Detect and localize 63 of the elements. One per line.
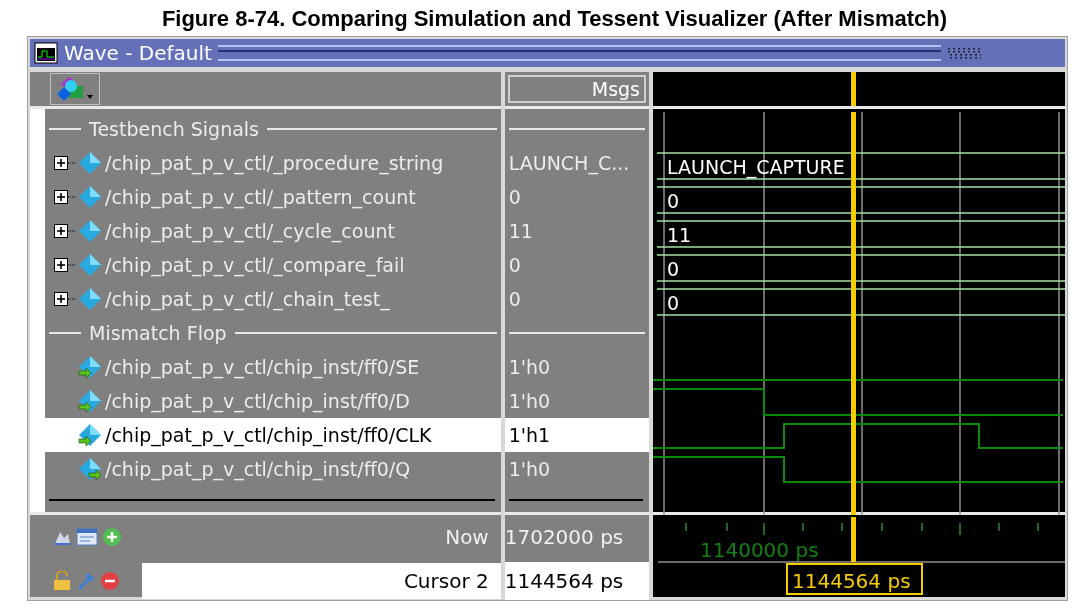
column-header: Msgs (507, 75, 647, 103)
group-label: Mismatch Flop (88, 322, 228, 344)
time-label: 1140000 ps (700, 538, 819, 562)
bus-value: 0 (667, 190, 680, 212)
bus-value: 0 (667, 258, 680, 280)
remove-icon[interactable] (100, 571, 120, 591)
signal-row[interactable]: /chip_pat_p_v_ctl/chip_inst/ff0/Q (45, 452, 501, 486)
diamond-icon (78, 287, 102, 311)
cursor-time: 1144564 ps (504, 569, 624, 593)
signal-value: 0 (507, 254, 521, 276)
diamond-icon (78, 219, 102, 243)
signal-name: /chip_pat_p_v_ctl/chip_inst/ff0/Q (105, 458, 412, 480)
figure-caption: Figure 8-74. Comparing Simulation and Tessent Visualizer (After Mismatch) (160, 5, 949, 33)
diamond-icon (78, 151, 102, 175)
diamond-icon (78, 253, 102, 277)
signal-name: /chip_pat_p_v_ctl/_procedure_string (105, 152, 445, 174)
signal-row[interactable]: /chip_pat_p_v_ctl/_procedure_string (45, 146, 501, 180)
diamond-arrow-icon (78, 423, 102, 447)
signal-name: /chip_pat_p_v_ctl/_chain_test_ (105, 288, 391, 310)
lock-icon[interactable] (52, 571, 72, 591)
add-wave-button[interactable] (50, 73, 100, 105)
expand-icon[interactable] (54, 258, 76, 272)
cursor-time-badge: 1144564 ps (786, 563, 923, 595)
signal-name: /chip_pat_p_v_ctl/chip_inst/ff0/SE (105, 356, 421, 378)
signal-value: 0 (507, 288, 521, 310)
waveform-icon (34, 42, 58, 64)
signal-value: LAUNCH_C... (507, 152, 630, 174)
diamond-arrow-icon (78, 457, 102, 481)
cursor-name-field[interactable]: Cursor 2 (142, 563, 501, 599)
diamond-icon (78, 185, 102, 209)
signal-row[interactable]: /chip_pat_p_v_ctl/chip_inst/ff0/SE (45, 350, 501, 384)
expand-icon[interactable] (54, 292, 76, 306)
add-icon[interactable] (102, 527, 122, 547)
now-time: 1702000 ps (504, 525, 624, 549)
bus-value: 0 (667, 292, 680, 314)
signal-row[interactable]: /chip_pat_p_v_ctl/_compare_fail (45, 248, 501, 282)
signal-value: 0 (507, 186, 521, 208)
signal-row[interactable]: /chip_pat_p_v_ctl/chip_inst/ff0/D (45, 384, 501, 418)
signal-name: /chip_pat_p_v_ctl/chip_inst/ff0/CLK (105, 424, 433, 446)
bus-value: LAUNCH_CAPTURE (667, 156, 845, 178)
window-icon[interactable] (76, 527, 98, 547)
bus-value: 11 (667, 224, 692, 246)
signal-value: 1'h0 (507, 390, 551, 412)
group-label: Testbench Signals (88, 118, 260, 140)
window-title: Wave - Default (64, 41, 212, 65)
expand-icon[interactable] (54, 190, 76, 204)
signal-row[interactable]: /chip_pat_p_v_ctl/_cycle_count (45, 214, 501, 248)
signal-name: /chip_pat_p_v_ctl/chip_inst/ff0/D (105, 390, 411, 412)
signal-row[interactable]: /chip_pat_p_v_ctl/chip_inst/ff0/CLK (45, 418, 501, 452)
diamond-arrow-icon (78, 355, 102, 379)
signal-value: 1'h0 (507, 356, 551, 378)
signal-name: /chip_pat_p_v_ctl/_pattern_count (105, 186, 417, 208)
signal-name: /chip_pat_p_v_ctl/_compare_fail (105, 254, 406, 276)
signal-name: /chip_pat_p_v_ctl/_cycle_count (105, 220, 396, 242)
now-label: Now (444, 525, 490, 549)
signal-value: 1'h1 (507, 424, 551, 446)
expand-icon[interactable] (54, 224, 76, 238)
diamond-arrow-icon (78, 389, 102, 413)
expand-icon[interactable] (54, 156, 76, 170)
signal-row[interactable]: /chip_pat_p_v_ctl/_chain_test_ (45, 282, 501, 316)
signal-row[interactable]: /chip_pat_p_v_ctl/_pattern_count (45, 180, 501, 214)
signal-value: 1'h0 (507, 458, 551, 480)
signal-value: 11 (507, 220, 533, 242)
